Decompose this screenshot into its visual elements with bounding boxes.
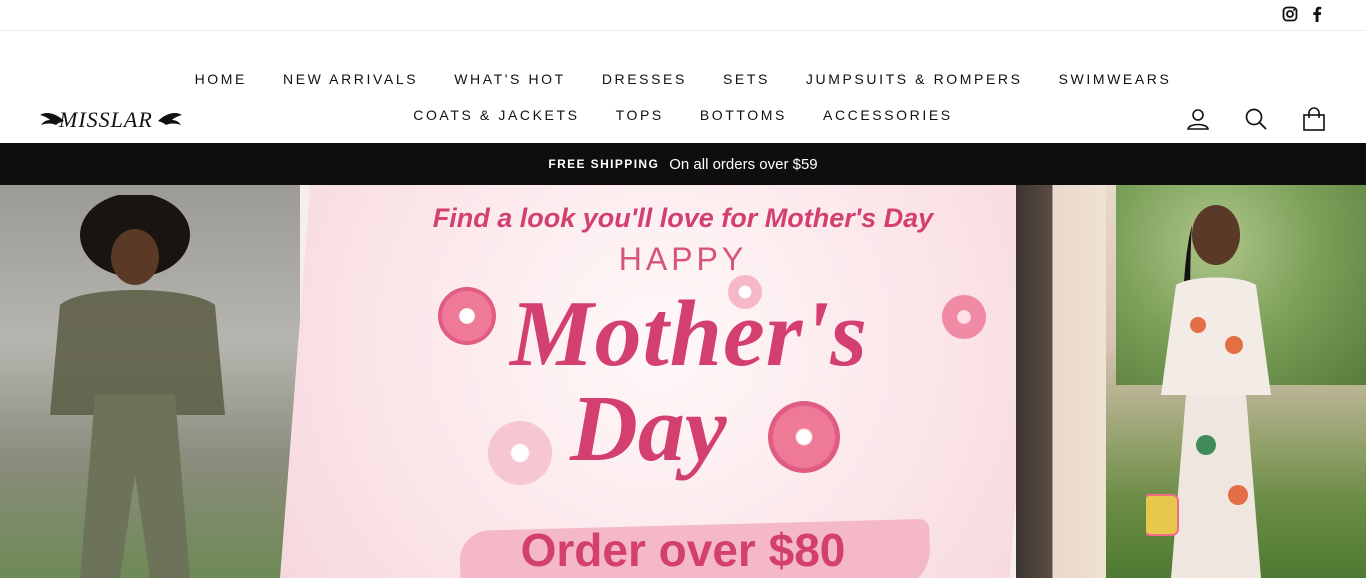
- hero-happy: HAPPY: [618, 241, 748, 277]
- logo-text: MISSLAR: [59, 107, 153, 132]
- nav-item-whats-hot[interactable]: WHAT'S HOT: [454, 71, 566, 87]
- site-header: MISSLAR HOME NEW ARRIVALS WHAT'S HOT DRE…: [0, 31, 1366, 143]
- announcement-text: On all orders over $59: [669, 155, 818, 173]
- nav-item-dresses[interactable]: DRESSES: [602, 71, 687, 87]
- nav-item-swimwears[interactable]: SWIMWEARS: [1059, 71, 1172, 87]
- instagram-icon[interactable]: [1282, 6, 1298, 22]
- flower-decoration: [438, 287, 496, 345]
- flower-decoration: [942, 295, 986, 339]
- main-nav: HOME NEW ARRIVALS WHAT'S HOT DRESSES SET…: [195, 61, 1169, 133]
- brand-logo[interactable]: MISSLAR: [40, 105, 182, 135]
- nav-item-jumpsuits-rompers[interactable]: JUMPSUITS & ROMPERS: [806, 71, 1023, 87]
- nav-item-sets[interactable]: SETS: [723, 71, 770, 87]
- hero-script-mothers: Mother's: [510, 282, 868, 386]
- flower-decoration: [768, 401, 840, 473]
- wing-icon: [158, 113, 182, 125]
- hero-offer: Order over $80: [520, 524, 846, 576]
- bag-icon[interactable]: [1302, 107, 1326, 131]
- hero-banner[interactable]: Find a look you'll love for Mother's Day…: [0, 185, 1366, 578]
- nav-row-2: COATS & JACKETS TOPS BOTTOMS ACCESSORIES: [200, 97, 1166, 133]
- flower-decoration: [488, 421, 552, 485]
- hero-headline: Find a look you'll love for Mother's Day: [432, 203, 934, 233]
- facebook-icon[interactable]: [1312, 6, 1322, 22]
- nav-item-bottoms[interactable]: BOTTOMS: [700, 107, 787, 123]
- nav-item-tops[interactable]: TOPS: [616, 107, 664, 123]
- social-links: [1282, 6, 1322, 22]
- nav-item-home[interactable]: HOME: [195, 71, 247, 87]
- nav-row-1: HOME NEW ARRIVALS WHAT'S HOT DRESSES SET…: [195, 61, 1169, 97]
- user-icon[interactable]: [1186, 107, 1210, 131]
- nav-item-accessories[interactable]: ACCESSORIES: [823, 107, 953, 123]
- hero-script-day: Day: [570, 377, 727, 481]
- search-icon[interactable]: [1244, 107, 1268, 131]
- nav-item-coats-jackets[interactable]: COATS & JACKETS: [413, 107, 579, 123]
- announcement-bar: FREE SHIPPING On all orders over $59: [0, 143, 1366, 185]
- top-bar: [0, 0, 1366, 31]
- nav-item-new-arrivals[interactable]: NEW ARRIVALS: [283, 71, 418, 87]
- header-icons: [1186, 107, 1326, 131]
- announcement-strong: FREE SHIPPING: [548, 157, 660, 171]
